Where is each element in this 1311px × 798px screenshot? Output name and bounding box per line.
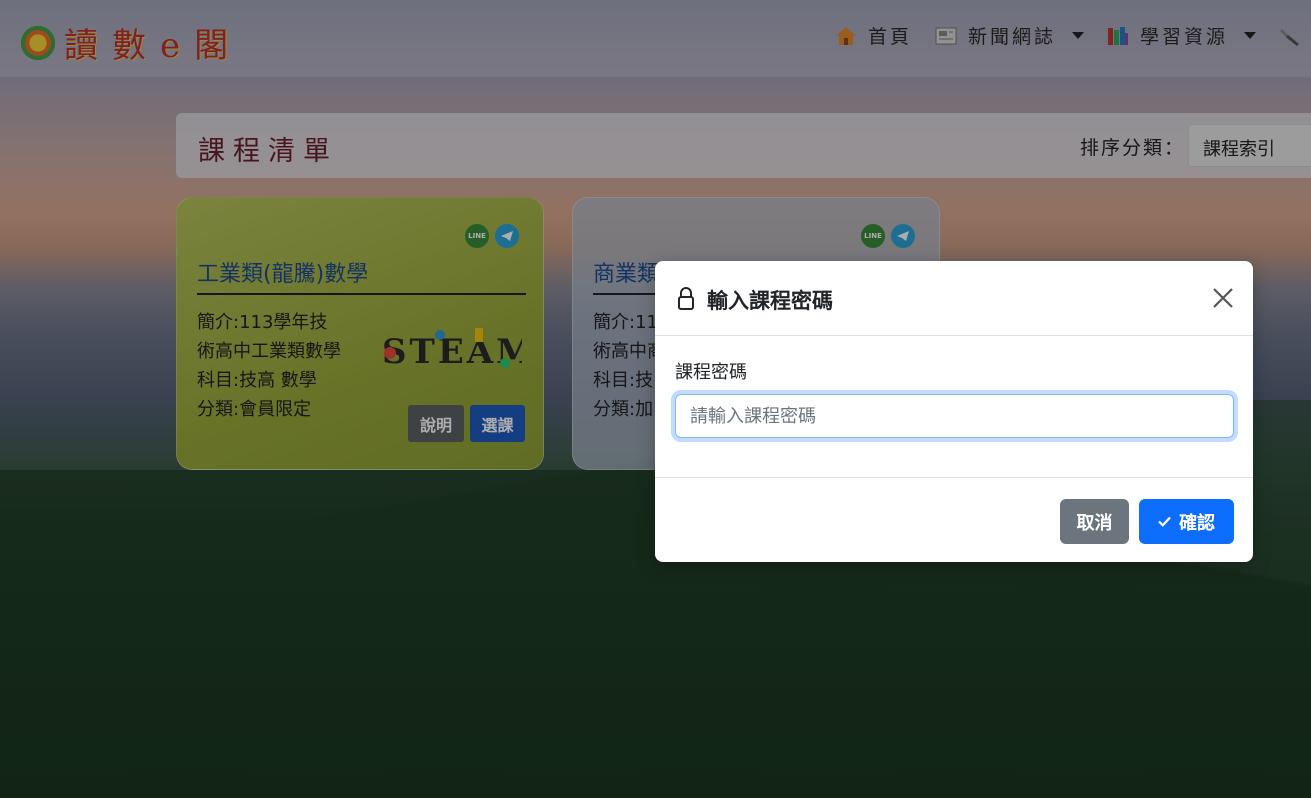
- modal-footer: 取消 確認: [655, 477, 1253, 562]
- course-password-modal: 輸入課程密碼 課程密碼 取消 確認: [655, 261, 1253, 562]
- close-icon[interactable]: [1211, 286, 1235, 310]
- lock-icon: [678, 287, 694, 310]
- confirm-button[interactable]: 確認: [1139, 499, 1234, 544]
- cancel-button[interactable]: 取消: [1060, 499, 1129, 544]
- confirm-label: 確認: [1179, 512, 1215, 534]
- check-icon: [1158, 516, 1171, 527]
- modal-title: 輸入課程密碼: [707, 289, 833, 313]
- password-label: 課程密碼: [675, 362, 747, 383]
- modal-header: 輸入課程密碼: [655, 261, 1253, 336]
- password-input[interactable]: [675, 394, 1234, 438]
